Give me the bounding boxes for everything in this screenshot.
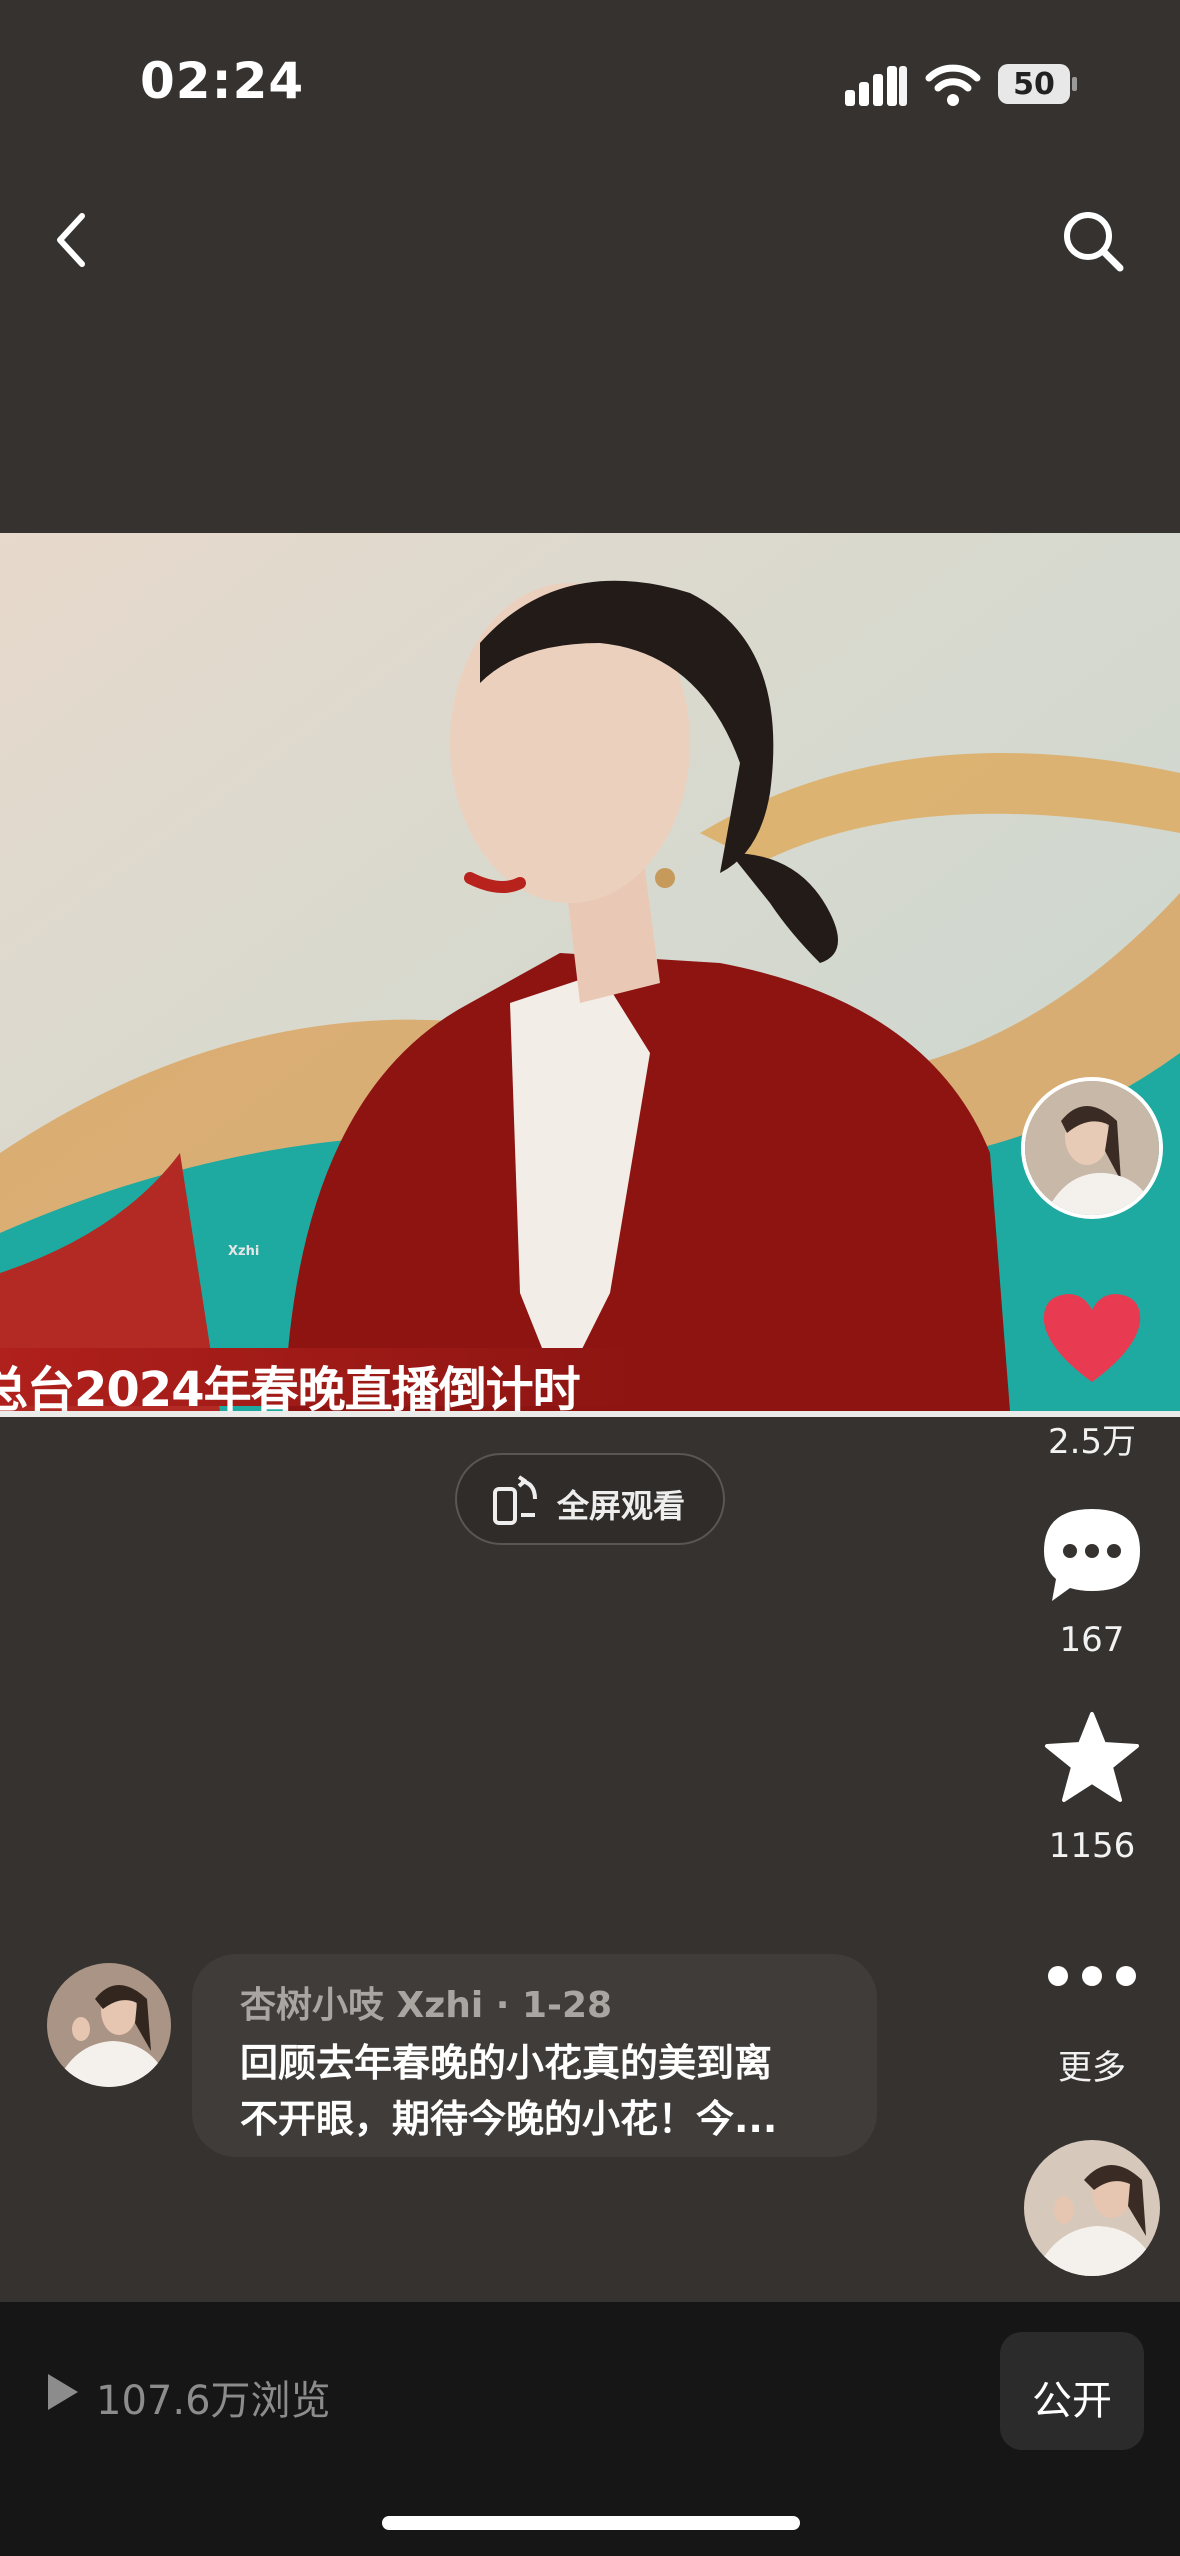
video-player[interactable]	[0, 533, 1180, 1411]
author-avatar[interactable]	[1021, 1077, 1163, 1219]
battery-percent: 50	[1013, 67, 1055, 102]
comment-count: 167	[1059, 1620, 1125, 1660]
visibility-button[interactable]: 公开	[1000, 2332, 1144, 2450]
status-time: 02:24	[140, 52, 305, 110]
video-watermark: Xzhi	[228, 1244, 260, 1259]
wifi-icon	[925, 62, 981, 106]
signal-icon	[845, 62, 907, 106]
home-indicator[interactable]	[382, 2516, 800, 2530]
music-avatar[interactable]	[1024, 2140, 1160, 2276]
more-icon[interactable]	[1046, 1962, 1138, 1992]
visibility-label: 公开	[1032, 2378, 1112, 2424]
comment-bubble[interactable]: 杏树小吱 Xzhi · 1-28 回顾去年春晚的小花真的美到离 不开眼，期待今晚…	[192, 1954, 877, 2157]
comment-text-line1: 回顾去年春晚的小花真的美到离	[240, 2041, 773, 2085]
favorite-count: 1156	[1048, 1826, 1136, 1866]
video-caption: 总台2024年春晚直播倒计时	[0, 1362, 581, 1418]
like-count: 2.5万	[1047, 1422, 1137, 1462]
heart-icon[interactable]	[1040, 1290, 1144, 1386]
play-icon	[44, 2372, 80, 2412]
comment-text-line2: 不开眼，期待今晚的小花！今...	[240, 2097, 778, 2141]
commenter-avatar[interactable]	[47, 1963, 171, 2087]
video-progress-line	[0, 1411, 1180, 1417]
star-icon[interactable]	[1043, 1710, 1141, 1806]
fullscreen-button[interactable]: 全屏观看	[455, 1453, 725, 1545]
battery-icon: 50	[998, 64, 1077, 104]
search-icon[interactable]	[1060, 208, 1126, 274]
comment-author: 杏树小吱 Xzhi · 1-28	[240, 1985, 613, 2026]
chevron-left-icon[interactable]	[44, 210, 104, 270]
fullscreen-label: 全屏观看	[557, 1487, 686, 1525]
rotate-screen-icon	[491, 1475, 541, 1527]
comment-icon[interactable]	[1040, 1505, 1144, 1605]
view-count: 107.6万浏览	[96, 2378, 331, 2424]
more-label[interactable]: 更多	[1022, 2040, 1162, 2089]
